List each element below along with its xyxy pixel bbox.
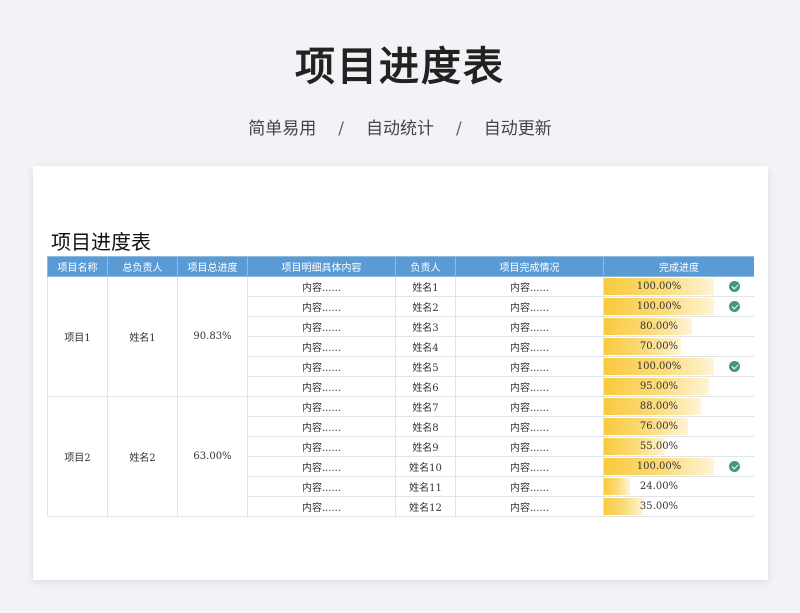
progress-label: 35.00% xyxy=(639,501,679,512)
person-cell[interactable]: 姓名11 xyxy=(395,476,456,497)
detail-cell[interactable]: 内容...... xyxy=(247,456,396,477)
sheet-title: 项目进度表 xyxy=(51,230,151,254)
feature-easy: 简单易用 xyxy=(248,119,317,139)
check-circle-icon xyxy=(729,361,740,372)
progress-label: 76.00% xyxy=(639,421,679,432)
status-cell[interactable]: 内容...... xyxy=(455,276,604,297)
progress-label: 88.00% xyxy=(639,401,679,412)
status-cell[interactable]: 内容...... xyxy=(455,436,604,457)
status-cell[interactable]: 内容...... xyxy=(455,496,604,517)
progress-cell[interactable]: 76.00% xyxy=(603,416,754,437)
progress-cell[interactable]: 55.00% xyxy=(603,436,754,457)
progress-cell[interactable]: 95.00% xyxy=(603,376,754,397)
progress-cell[interactable]: 80.00% xyxy=(603,316,754,337)
progress-label: 24.00% xyxy=(639,481,679,492)
header-row: 项目名称 总负责人 项目总进度 项目明细具体内容 负责人 项目完成情况 完成进度 xyxy=(47,256,754,277)
status-cell[interactable]: 内容...... xyxy=(455,356,604,377)
person-cell[interactable]: 姓名12 xyxy=(395,496,456,517)
detail-cell[interactable]: 内容...... xyxy=(247,296,396,317)
project-total-progress-cell[interactable]: 90.83% xyxy=(177,276,248,397)
status-cell[interactable]: 内容...... xyxy=(455,316,604,337)
detail-cell[interactable]: 内容...... xyxy=(247,356,396,377)
progress-label: 55.00% xyxy=(639,441,679,452)
project-owner-cell[interactable]: 姓名2 xyxy=(107,396,178,517)
person-cell[interactable]: 姓名9 xyxy=(395,436,456,457)
detail-cell[interactable]: 内容...... xyxy=(247,336,396,357)
progress-cell[interactable]: 100.00% xyxy=(603,276,754,297)
status-cell[interactable]: 内容...... xyxy=(455,396,604,417)
progress-cell[interactable]: 100.00% xyxy=(603,356,754,377)
person-cell[interactable]: 姓名6 xyxy=(395,376,456,397)
progress-label: 100.00% xyxy=(636,301,682,312)
detail-cell[interactable]: 内容...... xyxy=(247,476,396,497)
col-header-project[interactable]: 项目名称 xyxy=(47,256,108,277)
separator: / xyxy=(456,119,462,139)
progress-cell[interactable]: 70.00% xyxy=(603,336,754,357)
detail-cell[interactable]: 内容...... xyxy=(247,276,396,297)
person-cell[interactable]: 姓名3 xyxy=(395,316,456,337)
person-cell[interactable]: 姓名2 xyxy=(395,296,456,317)
person-cell[interactable]: 姓名10 xyxy=(395,456,456,477)
table-viewport[interactable]: 项目名称 总负责人 项目总进度 项目明细具体内容 负责人 项目完成情况 完成进度… xyxy=(47,256,754,518)
project-total-progress-cell[interactable]: 63.00% xyxy=(177,396,248,517)
status-cell[interactable]: 内容...... xyxy=(455,476,604,497)
progress-cell[interactable]: 100.00% xyxy=(603,456,754,477)
detail-cell[interactable]: 内容...... xyxy=(247,496,396,517)
person-cell[interactable]: 姓名1 xyxy=(395,276,456,297)
check-circle-icon xyxy=(729,281,740,292)
col-header-detail[interactable]: 项目明细具体内容 xyxy=(247,256,396,277)
col-header-total-progress[interactable]: 项目总进度 xyxy=(177,256,248,277)
project-owner-cell[interactable]: 姓名1 xyxy=(107,276,178,397)
progress-cell[interactable]: 100.00% xyxy=(603,296,754,317)
progress-cell[interactable]: 24.00% xyxy=(603,476,754,497)
person-cell[interactable]: 姓名5 xyxy=(395,356,456,377)
progress-label: 100.00% xyxy=(636,461,682,472)
progress-table: 项目名称 总负责人 项目总进度 项目明细具体内容 负责人 项目完成情况 完成进度… xyxy=(47,256,754,517)
progress-label: 100.00% xyxy=(636,361,682,372)
status-cell[interactable]: 内容...... xyxy=(455,456,604,477)
progress-cell[interactable]: 88.00% xyxy=(603,396,754,417)
col-header-status[interactable]: 项目完成情况 xyxy=(455,256,604,277)
separator: / xyxy=(338,119,344,139)
progress-label: 100.00% xyxy=(636,281,682,292)
table-row: 项目1 姓名1 90.83% 内容...... 姓名1 内容...... 100.00% xyxy=(47,276,754,397)
col-header-person[interactable]: 负责人 xyxy=(395,256,456,277)
page-title: 项目进度表 xyxy=(295,44,505,90)
person-cell[interactable]: 姓名8 xyxy=(395,416,456,437)
table-body: 项目1 姓名1 90.83% 内容...... 姓名1 内容...... 100.00% 内容… xyxy=(47,276,754,517)
detail-cell[interactable]: 内容...... xyxy=(247,436,396,457)
status-cell[interactable]: 内容...... xyxy=(455,376,604,397)
project-name-cell[interactable]: 项目1 xyxy=(47,276,108,397)
person-cell[interactable]: 姓名4 xyxy=(395,336,456,357)
project-name-cell[interactable]: 项目2 xyxy=(47,396,108,517)
feature-auto-update: 自动更新 xyxy=(483,119,552,139)
col-header-progress[interactable]: 完成进度 xyxy=(603,256,754,277)
sheet-card: 项目进度表 项目名称 总负责人 项目总进度 项目明细具体内容 负责人 项目完成情… xyxy=(33,166,768,580)
col-header-owner[interactable]: 总负责人 xyxy=(107,256,178,277)
status-cell[interactable]: 内容...... xyxy=(455,416,604,437)
check-circle-icon xyxy=(729,301,740,312)
detail-cell[interactable]: 内容...... xyxy=(247,416,396,437)
person-cell[interactable]: 姓名7 xyxy=(395,396,456,417)
progress-cell[interactable]: 35.00% xyxy=(603,496,754,517)
detail-cell[interactable]: 内容...... xyxy=(247,376,396,397)
feature-tagline: 简单易用 / 自动统计 / 自动更新 xyxy=(0,114,800,139)
status-cell[interactable]: 内容...... xyxy=(455,296,604,317)
status-cell[interactable]: 内容...... xyxy=(455,336,604,357)
progress-label: 80.00% xyxy=(639,321,679,332)
check-circle-icon xyxy=(729,461,740,472)
detail-cell[interactable]: 内容...... xyxy=(247,316,396,337)
progress-label: 95.00% xyxy=(639,381,679,392)
feature-auto-stats: 自动统计 xyxy=(366,119,434,139)
progress-label: 70.00% xyxy=(639,341,679,352)
detail-cell[interactable]: 内容...... xyxy=(247,396,396,417)
table-row: 项目2 姓名2 63.00% 内容...... 姓名7 内容...... 88.00% xyxy=(47,396,754,517)
